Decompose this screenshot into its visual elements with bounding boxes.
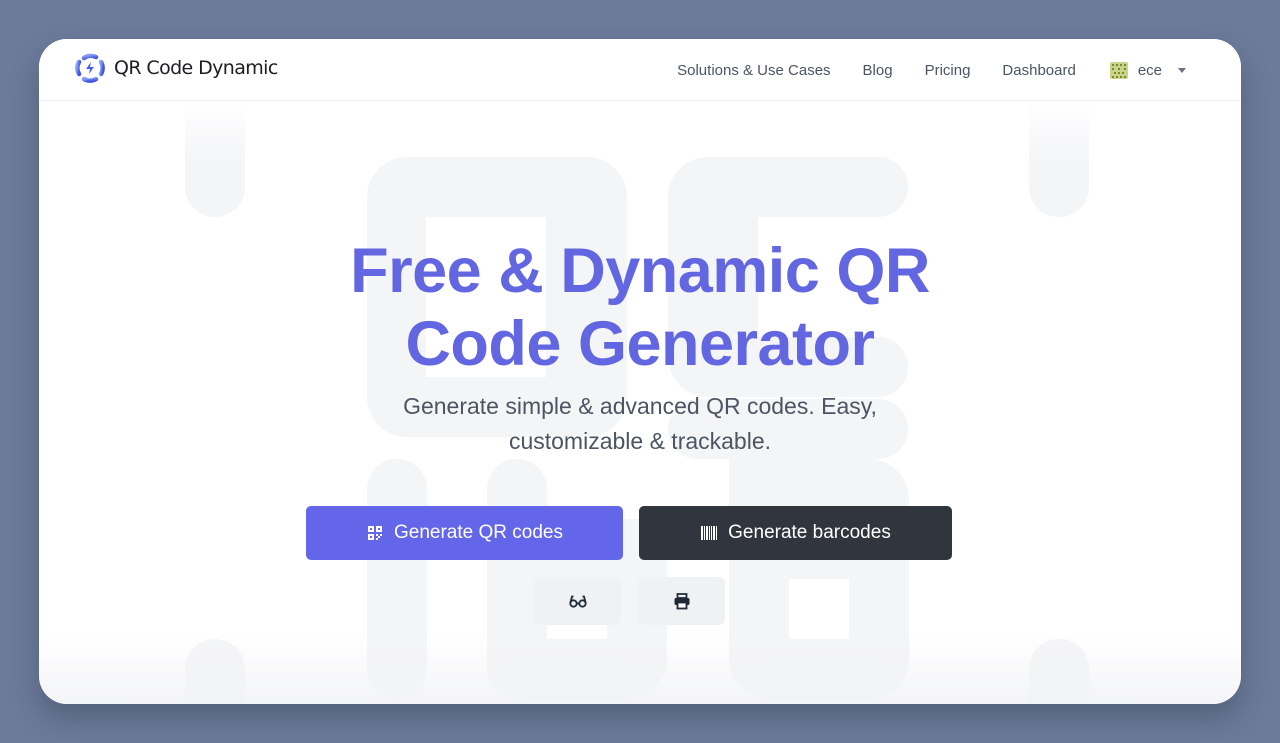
printer-icon [674, 593, 689, 610]
rotating-arrows-bolt-icon [75, 53, 105, 83]
caret-down-icon [1178, 67, 1186, 73]
print-button[interactable] [638, 577, 725, 625]
generate-qr-codes-button[interactable]: Generate QR codes [306, 506, 623, 560]
glasses-button[interactable] [534, 577, 621, 625]
barcode-icon [701, 526, 718, 540]
nav-link-dashboard[interactable]: Dashboard [1002, 62, 1075, 79]
generate-barcodes-label: Generate barcodes [728, 522, 891, 543]
hero-title-line: Code Generator [405, 309, 875, 379]
pixel-avatar-icon [1109, 62, 1128, 79]
hero-section: Free & Dynamic QR Code Generator Generat… [39, 39, 1241, 704]
hero-subtitle: Generate simple & advanced QR codes. Eas… [39, 389, 1241, 459]
hero-title-line: Free & Dynamic QR [350, 236, 930, 306]
user-menu[interactable]: ece [1108, 59, 1186, 81]
nav-link-blog[interactable]: Blog [863, 62, 893, 79]
nav-link-pricing[interactable]: Pricing [925, 62, 971, 79]
glasses-icon [568, 595, 587, 608]
nav-links: Solutions & Use Cases Blog Pricing Dashb… [677, 39, 1186, 101]
hero-subtitle-line: Generate simple & advanced QR codes. Eas… [403, 393, 877, 419]
generate-qr-codes-label: Generate QR codes [394, 522, 563, 543]
hero-title: Free & Dynamic QR Code Generator [39, 235, 1241, 381]
nav-link-solutions[interactable]: Solutions & Use Cases [677, 62, 830, 79]
brand-logo-link[interactable]: QR Code Dynamic [74, 52, 278, 84]
browser-page: QR Code Dynamic Solutions & Use Cases Bl… [39, 39, 1241, 704]
user-name: ece [1137, 61, 1162, 79]
qr-code-icon [368, 526, 382, 540]
hero-subtitle-line: customizable & trackable. [508, 428, 772, 454]
generate-barcodes-button[interactable]: Generate barcodes [639, 506, 952, 560]
top-navbar: QR Code Dynamic Solutions & Use Cases Bl… [39, 39, 1241, 101]
brand-name: QR Code Dynamic [114, 57, 278, 79]
